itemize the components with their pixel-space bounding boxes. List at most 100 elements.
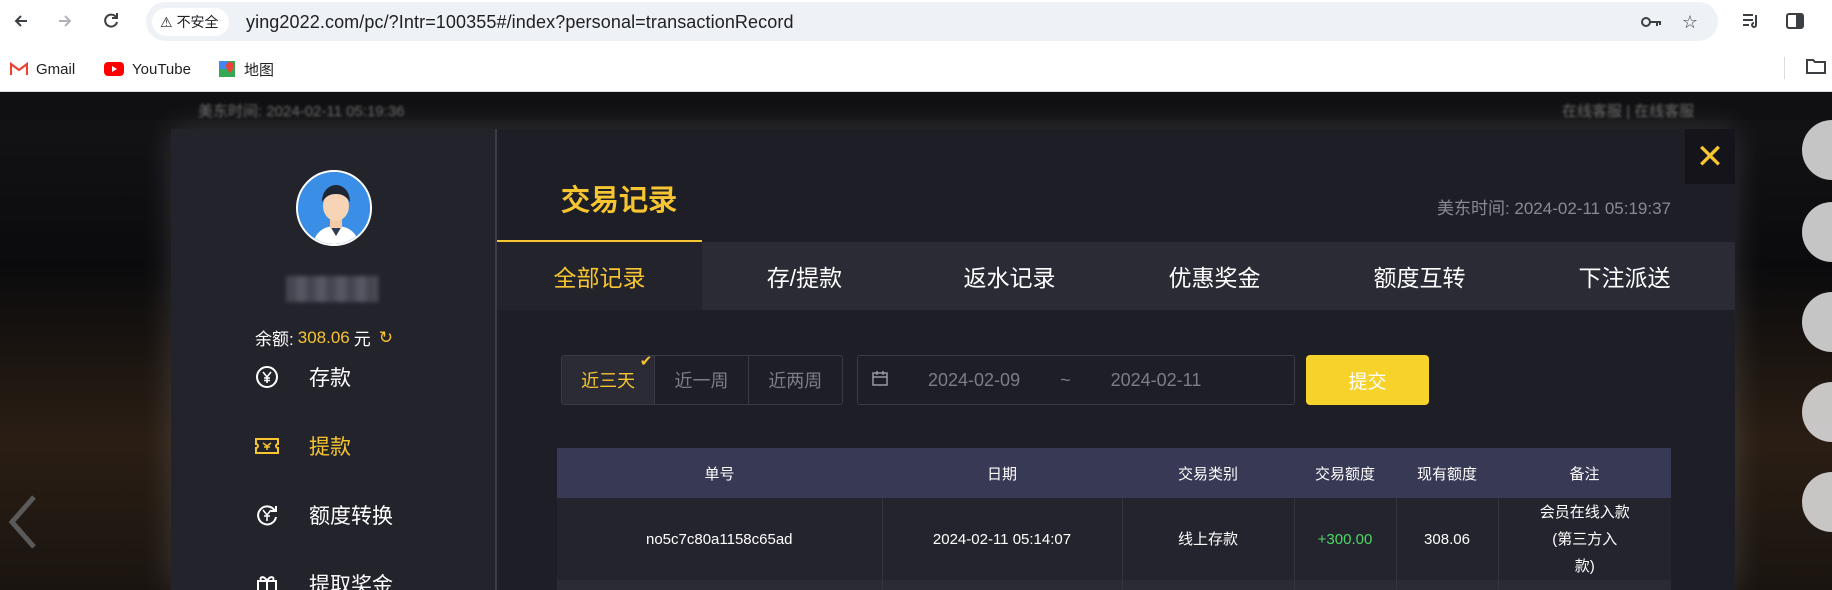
records-table: 单号 日期 交易类别 交易额度 现有额度 备注 no5c7c80a1158c65…	[557, 448, 1671, 590]
side-float-button[interactable]	[1802, 292, 1832, 352]
bookmarks-divider	[1784, 57, 1785, 79]
date-to[interactable]: 2024-02-11	[1111, 370, 1202, 391]
date-separator: ~	[1060, 369, 1071, 390]
menu-item-transfer[interactable]: 额度转换	[255, 500, 393, 530]
range-last-two-weeks[interactable]: 近两周	[749, 356, 842, 404]
table-row: no5c7c80a1158c65ad 2024-02-11 05:14:07 线…	[557, 498, 1671, 580]
cell-order-no: no5c7c80a1158c65ad	[557, 498, 883, 580]
folder-icon[interactable]	[1806, 58, 1826, 79]
key-icon[interactable]	[1640, 10, 1664, 34]
avatar	[296, 170, 372, 246]
tab-deposit-withdraw[interactable]: 存/提款	[702, 242, 907, 310]
menu-item-claim-bonus[interactable]: 提取奖金	[255, 569, 393, 590]
menu-item-deposit[interactable]: 存款	[255, 362, 351, 392]
bookmark-label: 地图	[244, 61, 275, 79]
cell-amount: +300.00	[1294, 498, 1397, 580]
close-button[interactable]: ✕	[1685, 129, 1735, 184]
server-time: 美东时间: 2024-02-11 05:19:37	[1436, 199, 1671, 218]
tab-all-records[interactable]: 全部记录	[497, 242, 702, 310]
transaction-record-modal: 余额: 308.06 元 ↻ 存款 提款 额度转换 提取奖金 交易记录 美东时间…	[171, 129, 1735, 590]
bookmark-label: YouTube	[132, 60, 191, 78]
side-panel-icon[interactable]	[1780, 6, 1810, 36]
header-balance: 现有额度	[1396, 448, 1498, 498]
table-cell	[1396, 580, 1499, 590]
range-label: 近两周	[768, 371, 823, 391]
table-cell	[557, 580, 883, 590]
warning-icon: ⚠	[160, 13, 173, 30]
bookmarks-bar: Gmail YouTube 地图	[0, 45, 1832, 92]
bookmark-gmail[interactable]: Gmail	[10, 57, 75, 81]
bookmark-label: Gmail	[36, 60, 76, 78]
table-cell	[1498, 580, 1671, 590]
note-line: 会员在线入款	[1539, 503, 1630, 521]
carousel-prev-icon[interactable]	[4, 492, 44, 566]
bookmark-maps[interactable]: 地图	[218, 57, 274, 81]
tab-rebate-records[interactable]: 返水记录	[907, 242, 1112, 310]
range-last-week[interactable]: 近一周	[655, 356, 749, 404]
tab-balance-transfer[interactable]: 额度互转	[1317, 242, 1522, 310]
check-icon: ✔	[639, 353, 653, 370]
note-line: (第三方入	[1552, 530, 1618, 548]
side-float-button[interactable]	[1802, 472, 1832, 532]
maps-icon	[219, 61, 235, 77]
table-row	[557, 580, 1671, 590]
menu-item-label: 存款	[309, 367, 351, 390]
tab-bet-rewards[interactable]: 下注派送	[1522, 242, 1727, 310]
reading-list-icon[interactable]	[1736, 6, 1766, 36]
date-from[interactable]: 2024-02-09	[928, 370, 1020, 391]
table-header-row: 单号 日期 交易类别 交易额度 现有额度 备注	[557, 448, 1671, 498]
date-range-selector: 近三天 ✔ 近一周 近两周	[561, 353, 843, 405]
header-type: 交易类别	[1122, 448, 1294, 498]
submit-button[interactable]: 提交	[1306, 355, 1429, 405]
date-range-picker[interactable]: 2024-02-09 ~ 2024-02-11	[857, 355, 1295, 405]
reload-icon	[104, 13, 118, 28]
exchange-coin-icon	[255, 503, 279, 527]
balance-label: 余额:	[255, 330, 294, 349]
balance-amount: 308.06	[297, 327, 350, 347]
header-note: 备注	[1498, 448, 1671, 498]
cell-date: 2024-02-11 05:14:07	[882, 498, 1123, 580]
side-float-button[interactable]	[1802, 382, 1832, 442]
background-time-text: 美东时间: 2024-02-11 05:19:36	[198, 103, 405, 120]
tab-promo-bonus[interactable]: 优惠奖金	[1112, 242, 1317, 310]
transaction-panel: 交易记录 美东时间: 2024-02-11 05:19:37 ✕ 全部记录 存/…	[497, 129, 1735, 590]
yen-coin-icon	[255, 365, 279, 389]
range-label: 近三天	[581, 371, 636, 391]
side-float-button[interactable]	[1802, 202, 1832, 262]
table-cell	[1122, 580, 1295, 590]
range-label: 近一周	[674, 371, 729, 391]
balance-row: 余额: 308.06 元 ↻	[255, 325, 393, 350]
cell-balance: 308.06	[1396, 498, 1499, 580]
refresh-icon[interactable]: ↻	[379, 328, 393, 348]
security-chip[interactable]: ⚠ 不安全	[152, 8, 229, 36]
youtube-icon	[104, 62, 124, 76]
back-arrow-icon	[14, 15, 27, 27]
ticket-icon	[255, 434, 279, 458]
menu-item-withdraw[interactable]: 提款	[255, 431, 351, 461]
menu-item-label: 额度转换	[309, 505, 393, 528]
record-tabs: 全部记录 存/提款 返水记录 优惠奖金 额度互转 下注派送	[497, 242, 1735, 310]
account-sidebar: 余额: 308.06 元 ↻ 存款 提款 额度转换 提取奖金	[171, 129, 497, 590]
table-cell	[882, 580, 1123, 590]
header-amount: 交易额度	[1294, 448, 1396, 498]
menu-item-label: 提款	[309, 436, 351, 459]
bookmark-youtube[interactable]: YouTube	[104, 57, 191, 81]
browser-toolbar: ⚠ 不安全 ying2022.com/pc/?Intr=100355#/inde…	[0, 0, 1832, 45]
close-icon: ✕	[1695, 137, 1725, 176]
cell-type: 线上存款	[1122, 498, 1295, 580]
url-text[interactable]: ying2022.com/pc/?Intr=100355#/index?pers…	[246, 12, 794, 33]
range-last-3-days[interactable]: 近三天 ✔	[562, 353, 656, 404]
reload-button[interactable]	[96, 6, 126, 36]
forward-arrow-icon	[59, 15, 72, 27]
forward-button[interactable]	[50, 6, 80, 36]
header-order-no: 单号	[557, 448, 882, 498]
background-links-text: 在线客服 | 在线客服	[1562, 103, 1695, 120]
gmail-icon	[10, 62, 28, 75]
back-button[interactable]	[6, 6, 36, 36]
username-blurred	[286, 276, 378, 302]
header-date: 日期	[882, 448, 1122, 498]
balance-unit: 元	[353, 330, 371, 349]
star-icon[interactable]: ☆	[1678, 10, 1702, 34]
side-float-button[interactable]	[1802, 120, 1832, 180]
address-bar[interactable]: ⚠ 不安全 ying2022.com/pc/?Intr=100355#/inde…	[146, 2, 1718, 41]
